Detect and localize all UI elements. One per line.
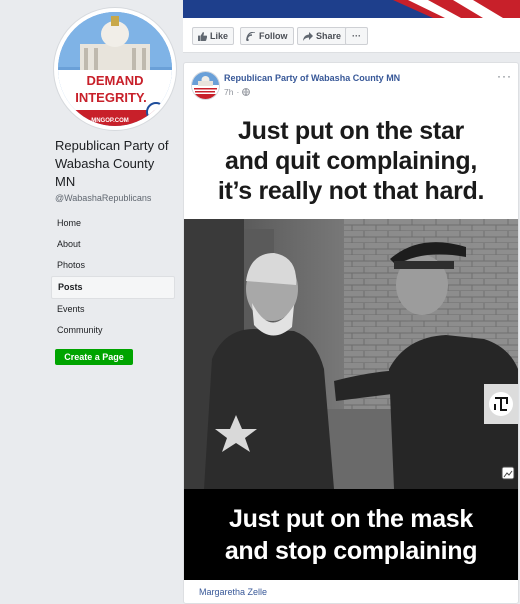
profile-sign-url: MNGOP.COM (91, 118, 129, 124)
globe-icon[interactable] (242, 88, 251, 96)
post-author-avatar[interactable] (192, 72, 219, 99)
nav-item-home[interactable]: Home (51, 213, 175, 234)
profile-picture-graphic: DEMAND INTEGRITY. MNGOP.COM (58, 12, 172, 126)
nav-item-posts[interactable]: Posts (51, 276, 175, 299)
share-icon (303, 31, 313, 41)
more-icon: ··· (352, 31, 361, 41)
meta-separator: · (236, 87, 240, 97)
shared-from-link[interactable]: Margaretha Zelle (199, 587, 267, 597)
nav-item-events[interactable]: Events (51, 299, 175, 320)
meme-top-line2: and quit complaining, (224, 147, 478, 175)
create-page-button[interactable]: Create a Page (55, 349, 133, 365)
share-label: Share (316, 31, 342, 41)
page-more-button[interactable]: ··· (345, 27, 368, 45)
follow-label: Follow (259, 31, 288, 41)
meme-bottom-caption: Just put on the mask and stop complainin… (184, 489, 518, 580)
page-title[interactable]: Republican Party of Wabasha County MN (55, 137, 175, 191)
meme-top-line3: it’s really not that hard. (217, 177, 485, 205)
meme-top-line1: Just put on the star (238, 117, 464, 145)
like-button[interactable]: Like (192, 27, 235, 45)
avatar-graphic (192, 72, 219, 99)
post-image[interactable]: Just put on the star and quit complainin… (184, 108, 518, 580)
meme-photo-graphic (184, 219, 518, 489)
profile-sign-line2: INTEGRITY. (75, 90, 147, 105)
profile-sign-line1: DEMAND (86, 73, 143, 88)
post-timestamp[interactable]: 7h (224, 87, 233, 97)
post-meta: 7h · (224, 87, 251, 97)
like-icon (198, 31, 207, 41)
page-profile-picture[interactable]: DEMAND INTEGRITY. MNGOP.COM (54, 8, 176, 130)
image-icon[interactable] (501, 466, 515, 480)
meme-photo (184, 219, 518, 489)
post-options-button[interactable]: ··· (497, 69, 512, 83)
post-card: Republican Party of Wabasha County MN 7h… (183, 62, 519, 604)
meme-top-caption: Just put on the star and quit complainin… (184, 108, 518, 219)
share-button[interactable]: Share (297, 27, 348, 45)
meme-bottom-line1: Just put on the mask (228, 505, 474, 533)
page-nav: Home About Photos Posts Events Community (51, 213, 175, 341)
follow-button[interactable]: Follow (240, 27, 294, 45)
nav-item-community[interactable]: Community (51, 320, 175, 341)
nav-item-about[interactable]: About (51, 234, 175, 255)
follow-icon (246, 31, 256, 41)
meme-bottom-line2: and stop complaining (224, 537, 478, 565)
post-author-link[interactable]: Republican Party of Wabasha County MN (224, 73, 400, 83)
more-icon: ··· (497, 69, 512, 83)
like-label: Like (210, 31, 229, 41)
cover-photo-graphic (183, 0, 520, 18)
page-handle[interactable]: @WabashaRepublicans (55, 193, 151, 203)
page-action-bar: Like Follow Share ··· (183, 18, 520, 53)
cover-photo[interactable] (183, 0, 520, 18)
nav-item-photos[interactable]: Photos (51, 255, 175, 276)
